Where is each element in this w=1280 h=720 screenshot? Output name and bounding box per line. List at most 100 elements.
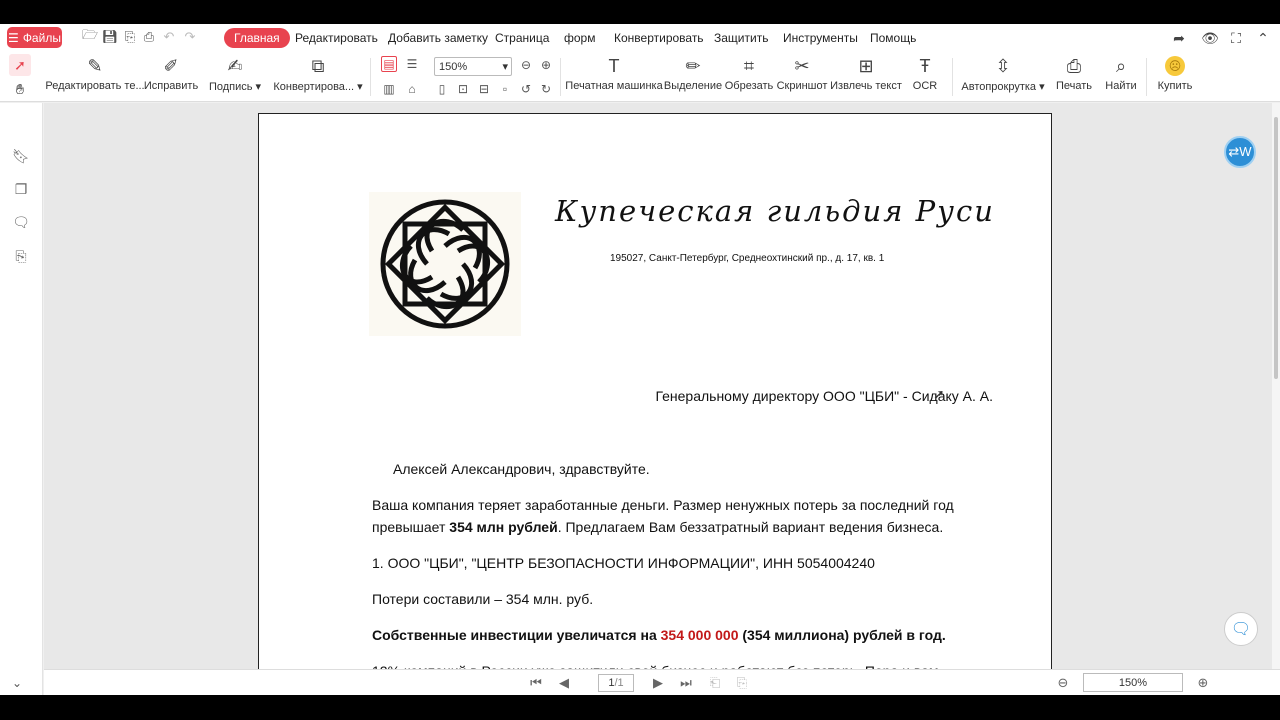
two-page-view-icon[interactable]: ▥ bbox=[381, 81, 397, 97]
save-icon[interactable]: 💾︎ bbox=[102, 29, 119, 45]
menu-edit[interactable]: Редактировать bbox=[295, 28, 378, 48]
signature-icon: ✍ bbox=[227, 55, 243, 76]
pages-thumbnails-icon[interactable]: ❐ bbox=[12, 180, 30, 198]
fix-tool[interactable]: ✐ Исправить bbox=[144, 52, 198, 102]
zoom-in-icon[interactable]: ⊕ bbox=[538, 57, 554, 73]
actual-size-icon[interactable]: ⊟ bbox=[476, 81, 492, 97]
pen-icon: ✐ bbox=[163, 55, 179, 76]
paragraph-4: Собственные инвестиции увеличатся на 354… bbox=[372, 627, 946, 643]
hand-tool-icon[interactable]: ✋︎ bbox=[9, 78, 31, 100]
paragraph-2: 1. ООО "ЦБИ", "ЦЕНТР БЕЗОПАСНОСТИ ИНФОРМ… bbox=[372, 555, 875, 571]
paragraph-1: Ваша компания теряет заработанные деньги… bbox=[372, 497, 954, 535]
autoscroll-icon: ⇳ bbox=[995, 55, 1011, 76]
cover-view-icon[interactable]: ⌂ bbox=[404, 81, 420, 97]
next-view-icon[interactable]: ⎘ bbox=[734, 675, 750, 691]
convert-tool[interactable]: ⧉ Конвертирова... ▾ bbox=[273, 52, 362, 102]
continuous-view-icon[interactable]: ☰ bbox=[404, 56, 420, 72]
fit-width-icon[interactable]: ▯ bbox=[434, 81, 450, 97]
ocr-tool[interactable]: Ŧ OCR bbox=[905, 52, 945, 102]
menu-protect[interactable]: Защитить bbox=[714, 28, 768, 48]
fit-visible-icon[interactable]: ▫ bbox=[497, 81, 513, 97]
select-pointer-icon[interactable]: ➚ bbox=[9, 54, 31, 76]
prev-page-icon[interactable]: ◀ bbox=[556, 675, 572, 691]
edit-text-icon: ✎ bbox=[87, 55, 103, 76]
bookmark-icon[interactable]: 🔖︎ bbox=[12, 147, 30, 165]
rotate-left-icon[interactable]: ↺ bbox=[518, 81, 534, 97]
menu-convert[interactable]: Конвертировать bbox=[614, 28, 704, 48]
fullscreen-icon[interactable]: ⛶ bbox=[1227, 29, 1245, 47]
print-quick-icon[interactable]: ⎙ bbox=[141, 29, 157, 45]
typewriter-icon: T bbox=[608, 55, 620, 76]
company-name: Купеческая гильдия Руси bbox=[555, 194, 995, 228]
files-menu-button[interactable]: ☰ Файлы bbox=[7, 27, 62, 48]
share-icon[interactable]: ➦ bbox=[1170, 29, 1188, 47]
find-tool[interactable]: ⌕ Найти bbox=[1104, 52, 1138, 102]
print-tool[interactable]: ⎙ Печать bbox=[1054, 52, 1094, 102]
extract-text-icon: ⊞ bbox=[858, 55, 874, 76]
menu-forms[interactable]: форм bbox=[564, 28, 595, 48]
ribbon-divider bbox=[952, 58, 953, 96]
ribbon-divider bbox=[560, 58, 561, 96]
zoom-out-icon[interactable]: ⊖ bbox=[518, 57, 534, 73]
eye-icon[interactable]: 👁︎ bbox=[1201, 29, 1219, 47]
vertical-scrollbar[interactable] bbox=[1272, 103, 1280, 669]
attachments-icon[interactable]: ⎘ bbox=[12, 247, 30, 265]
page-number-input[interactable]: 1/1 bbox=[598, 674, 634, 692]
convert-icon: ⧉ bbox=[311, 55, 325, 76]
last-page-icon[interactable]: ⏭ bbox=[678, 675, 694, 691]
sidebar-expand-icon[interactable]: ⌄ bbox=[12, 676, 22, 690]
autoscroll-tool[interactable]: ⇳ Автопрокрутка ▾ bbox=[961, 52, 1044, 102]
files-label: Файлы bbox=[22, 30, 61, 45]
extract-text-tool[interactable]: ⊞ Извлечь текст bbox=[830, 52, 902, 102]
rotate-right-icon[interactable]: ↻ bbox=[538, 81, 554, 97]
menu-tools[interactable]: Инструменты bbox=[783, 28, 858, 48]
ocr-icon: Ŧ bbox=[919, 55, 931, 76]
highlighter-icon: ✏ bbox=[685, 55, 701, 76]
status-zoom-in-icon[interactable]: ⊕ bbox=[1195, 675, 1211, 691]
scrollbar-thumb[interactable] bbox=[1274, 117, 1278, 379]
edit-text-tool[interactable]: ✎ Редактировать те... bbox=[45, 52, 144, 102]
menu-home[interactable]: Главная bbox=[224, 28, 290, 48]
open-folder-icon[interactable]: 🗁 bbox=[82, 27, 98, 45]
save-as-icon[interactable]: ⎘ bbox=[122, 29, 138, 45]
guild-logo-emblem bbox=[380, 199, 510, 329]
comments-icon[interactable]: 🗨︎ bbox=[12, 213, 30, 231]
mouse-cursor-icon: ➚ bbox=[933, 386, 945, 402]
redo-icon[interactable]: ↷ bbox=[182, 29, 198, 45]
find-icon: ⌕ bbox=[1115, 55, 1127, 76]
buy-smiley-icon: ☹ bbox=[1165, 52, 1185, 80]
left-sidebar: 🔖︎ ❐ 🗨︎ ⎘ bbox=[0, 103, 43, 695]
highlight-tool[interactable]: ✏ Выделение bbox=[664, 52, 722, 102]
menu-page[interactable]: Страница bbox=[495, 28, 549, 48]
undo-icon[interactable]: ↶ bbox=[161, 29, 177, 45]
pdf-page: Купеческая гильдия Руси 195027, Санкт-Пе… bbox=[258, 113, 1052, 669]
status-zoom-field[interactable]: 150% bbox=[1083, 673, 1183, 692]
signature-tool[interactable]: ✍ Подпись ▾ bbox=[208, 52, 262, 102]
crop-tool[interactable]: ⌗ Обрезать bbox=[724, 52, 774, 102]
status-bar: ⏮ ◀ 1/1 ▶ ⏭ ⎗ ⎘ ⊖ 150% ⊕ bbox=[44, 669, 1280, 695]
first-page-icon[interactable]: ⏮ bbox=[528, 675, 544, 691]
next-page-icon[interactable]: ▶ bbox=[650, 675, 666, 691]
screenshot-tool[interactable]: ✂ Скриншот bbox=[776, 52, 828, 102]
collapse-ribbon-icon[interactable]: ⌃ bbox=[1254, 29, 1272, 47]
ribbon-divider bbox=[370, 58, 371, 96]
printer-icon: ⎙ bbox=[1066, 55, 1082, 76]
buy-tool[interactable]: ☹ Купить bbox=[1156, 52, 1194, 102]
prev-view-icon[interactable]: ⎗ bbox=[707, 675, 723, 691]
hamburger-icon: ☰ bbox=[8, 30, 19, 45]
ribbon-divider bbox=[1146, 58, 1147, 96]
convert-to-word-icon[interactable]: ⇄W bbox=[1224, 136, 1256, 168]
ai-assistant-icon[interactable]: 🗨︎ bbox=[1224, 612, 1258, 646]
fit-page-icon[interactable]: ⊡ bbox=[455, 81, 471, 97]
typewriter-tool[interactable]: T Печатная машинка bbox=[565, 52, 662, 102]
document-viewport[interactable]: Купеческая гильдия Руси 195027, Санкт-Пе… bbox=[44, 103, 1272, 669]
crop-icon: ⌗ bbox=[743, 55, 755, 76]
single-page-view-icon[interactable]: ▤ bbox=[381, 56, 397, 72]
menu-help[interactable]: Помощь bbox=[870, 28, 916, 48]
menu-add-note[interactable]: Добавить заметку bbox=[388, 28, 488, 48]
status-zoom-out-icon[interactable]: ⊖ bbox=[1055, 675, 1071, 691]
zoom-select[interactable]: 150% ▾ bbox=[434, 57, 512, 76]
ribbon-toolbar: ➚ ✋︎ ✎ Редактировать те... ✐ Исправить ✍… bbox=[0, 52, 1280, 102]
chevron-down-icon: ▾ bbox=[502, 61, 508, 73]
paragraph-5: 12% компаний в России уже защитили свой … bbox=[372, 660, 996, 669]
